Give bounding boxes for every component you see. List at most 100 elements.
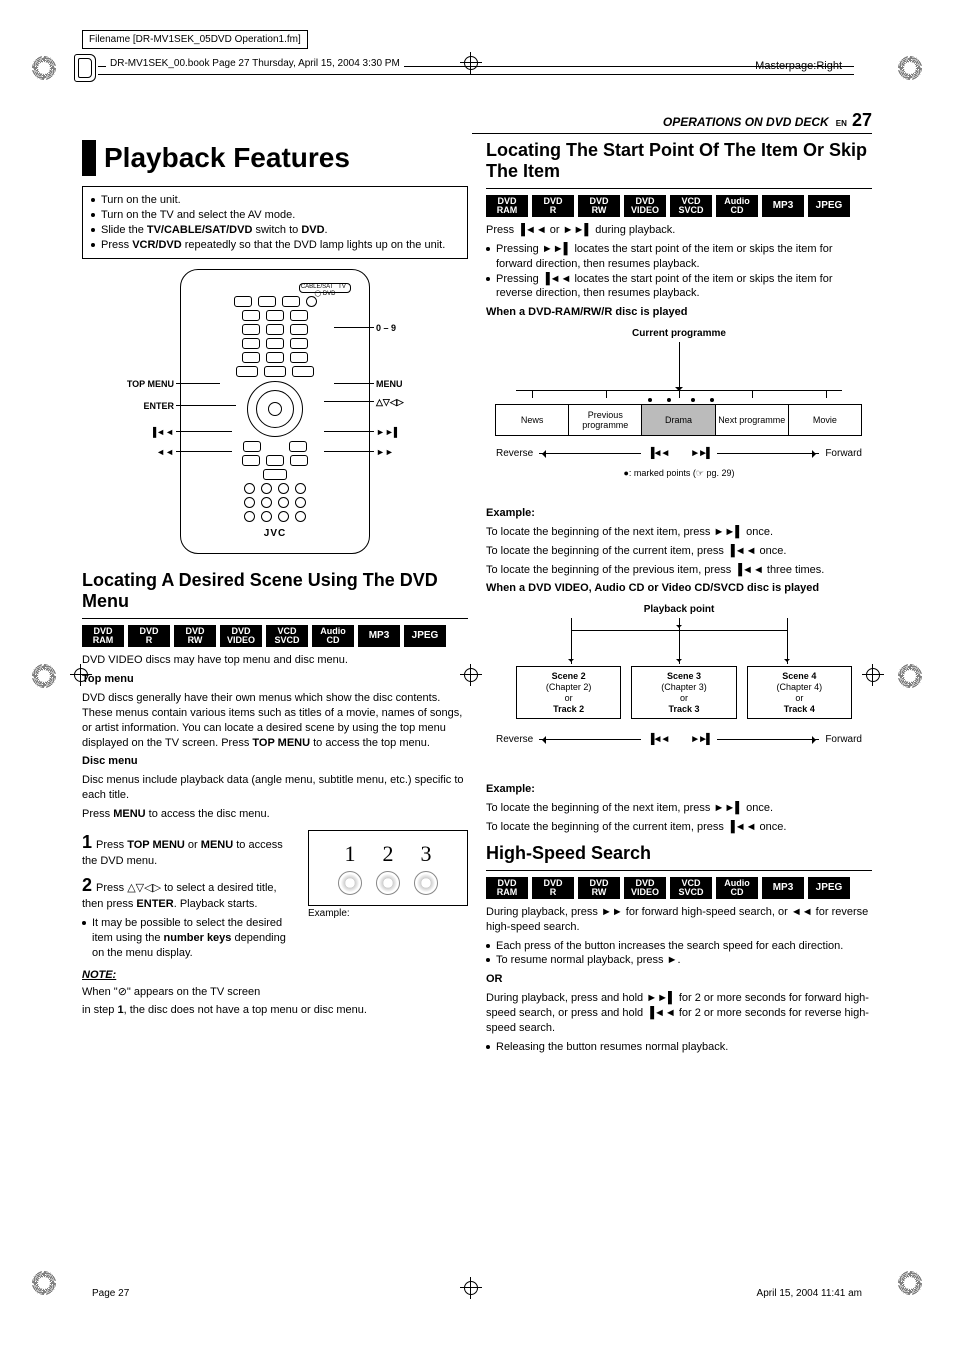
book-icon <box>74 54 96 82</box>
setup-box: Turn on the unit. Turn on the TV and sel… <box>82 186 468 259</box>
format-chip: DVDVIDEO <box>624 877 666 899</box>
note-text: When "⊘" appears on the TV screen <box>82 985 468 1000</box>
format-chip: DVDRW <box>174 625 216 647</box>
format-chip: JPEG <box>808 877 850 899</box>
body-text: Disc menus include playback data (angle … <box>82 773 468 803</box>
crop-mark-icon <box>898 664 922 688</box>
body-text: To locate the beginning of the next item… <box>486 525 872 540</box>
note-text: in step 1, the disc does not have a top … <box>82 1003 468 1018</box>
body-text: To locate the beginning of the current i… <box>486 544 872 559</box>
example-figure: 1 2 3 <box>308 830 468 906</box>
body-text: To locate the beginning of the current i… <box>486 820 872 835</box>
bullet-item: Each press of the button increases the s… <box>486 939 872 954</box>
callout-rew-icon: ◄◄ <box>156 447 174 457</box>
bullet-item: Releasing the button resumes normal play… <box>486 1040 872 1055</box>
format-chip: DVDVIDEO <box>624 195 666 217</box>
crop-mark-icon <box>32 56 56 80</box>
setup-item: Slide the TV/CABLE/SAT/DVD switch to DVD… <box>91 223 459 238</box>
format-chip: DVDR <box>532 195 574 217</box>
skip-fwd-icon: ►►▌ <box>690 734 711 745</box>
format-chip: JPEG <box>404 625 446 647</box>
crop-mark-icon <box>898 1271 922 1295</box>
crop-mark-icon <box>898 56 922 80</box>
body-text: During playback, press ►► for forward hi… <box>486 905 872 935</box>
callout-enter: ENTER <box>143 401 174 411</box>
book-header-rule: DR-MV1SEK_00.book Page 27 Thursday, Apri… <box>98 60 854 74</box>
body-text: Press ▐◄◄ or ►►▌ during playback. <box>486 223 872 238</box>
format-chip: MP3 <box>762 877 804 899</box>
callout-top-menu: TOP MENU <box>127 379 174 389</box>
body-text: Press MENU to access the disc menu. <box>82 807 468 822</box>
format-chip: DVDRAM <box>82 625 124 647</box>
step-2: 2Press △▽◁▷ to select a desired title, t… <box>82 873 298 912</box>
format-chip: DVDRW <box>578 195 620 217</box>
example-heading: Example: <box>486 782 872 797</box>
filename-box: Filename [DR-MV1SEK_05DVD Operation1.fm] <box>82 30 308 49</box>
format-chip: MP3 <box>358 625 400 647</box>
callout-menu: MENU <box>376 379 403 389</box>
remote-diagram: CABLE/SAT TV ◯ DVD JVC TOP <box>180 269 370 554</box>
registration-mark-icon <box>460 1277 482 1299</box>
book-header-text: DR-MV1SEK_00.book Page 27 Thursday, Apri… <box>106 58 404 69</box>
setup-item: Press VCR/DVD repeatedly so that the DVD… <box>91 238 459 253</box>
or-label: OR <box>486 972 872 987</box>
bullet-item: To resume normal playback, press ►. <box>486 953 872 968</box>
body-text: To locate the beginning of the previous … <box>486 563 872 578</box>
format-chip: JPEG <box>808 195 850 217</box>
step-2-bullet: It may be possible to select the desired… <box>82 916 298 961</box>
crop-mark-icon <box>32 664 56 688</box>
skip-back-icon: ▐◄◄ <box>647 448 668 459</box>
page-title: Playback Features <box>96 140 358 176</box>
footer-timestamp: April 15, 2004 11:41 am <box>757 1288 862 1299</box>
skip-fwd-icon: ►►▌ <box>690 448 711 459</box>
bullet-item: Pressing ►►▌ locates the start point of … <box>486 242 872 272</box>
page: Filename [DR-MV1SEK_05DVD Operation1.fm]… <box>0 0 954 1351</box>
heading-locating-start: Locating The Start Point Of The Item Or … <box>486 140 872 182</box>
right-column: Locating The Start Point Of The Item Or … <box>486 140 872 1251</box>
example-heading: Example: <box>486 506 872 521</box>
format-chip: DVDR <box>532 877 574 899</box>
format-chip: VCDSVCD <box>266 625 308 647</box>
format-chip: DVDR <box>128 625 170 647</box>
brand-label: JVC <box>199 528 351 539</box>
format-chip: AudioCD <box>716 195 758 217</box>
format-chips: DVDRAMDVDRDVDRWDVDVIDEOVCDSVCDAudioCDMP3… <box>486 195 872 217</box>
format-chip: MP3 <box>762 195 804 217</box>
body-text: During playback, press and hold ►►▌ for … <box>486 991 872 1036</box>
timeline-diagram-video: Playback point Scene 2(Chapter 2)orTrack… <box>486 604 872 774</box>
format-chip: DVDRAM <box>486 877 528 899</box>
subhead-top-menu: Top menu <box>82 672 468 687</box>
bullet-item: Pressing ▐◄◄ locates the start point of … <box>486 272 872 302</box>
subhead-disc-menu: Disc menu <box>82 754 468 769</box>
format-chip: DVDRAM <box>486 195 528 217</box>
body-text: DVD discs generally have their own menus… <box>82 691 468 750</box>
format-chip: AudioCD <box>716 877 758 899</box>
format-chip: DVDVIDEO <box>220 625 262 647</box>
body-text: DVD VIDEO discs may have top menu and di… <box>82 653 468 668</box>
callout-numbers: 0 – 9 <box>376 323 396 333</box>
page-number: 27 <box>852 110 872 130</box>
format-chip: VCDSVCD <box>670 877 712 899</box>
note-heading: NOTE: <box>82 969 468 981</box>
skip-back-icon: ▐◄◄ <box>647 734 668 745</box>
page-title-bar: Playback Features <box>82 140 468 176</box>
format-chip: AudioCD <box>312 625 354 647</box>
callout-arrows: △▽◁▷ <box>376 397 404 408</box>
crop-mark-icon <box>32 1271 56 1295</box>
callout-next-icon: ►►▌ <box>376 427 400 437</box>
step-1: 1Press TOP MENU or MENU to access the DV… <box>82 830 298 869</box>
body-text: To locate the beginning of the next item… <box>486 801 872 816</box>
format-chips: DVDRAMDVDRDVDRWDVDVIDEOVCDSVCDAudioCDMP3… <box>82 625 468 647</box>
footer-page: Page 27 <box>92 1288 129 1299</box>
timeline-diagram-ram: Current programme News Previous programm… <box>486 328 872 498</box>
section-header: OPERATIONS ON DVD DECK EN 27 <box>472 110 872 134</box>
section-title: OPERATIONS ON DVD DECK <box>663 115 829 129</box>
subhead-dvd-video: When a DVD VIDEO, Audio CD or Video CD/S… <box>486 581 872 596</box>
callout-ff-icon: ►► <box>376 447 394 457</box>
left-column: Playback Features Turn on the unit. Turn… <box>82 140 468 1251</box>
subhead-dvd-ram: When a DVD-RAM/RW/R disc is played <box>486 305 872 320</box>
heading-high-speed: High-Speed Search <box>486 843 872 864</box>
setup-item: Turn on the unit. <box>91 193 459 208</box>
setup-item: Turn on the TV and select the AV mode. <box>91 208 459 223</box>
format-chips: DVDRAMDVDRDVDRWDVDVIDEOVCDSVCDAudioCDMP3… <box>486 877 872 899</box>
